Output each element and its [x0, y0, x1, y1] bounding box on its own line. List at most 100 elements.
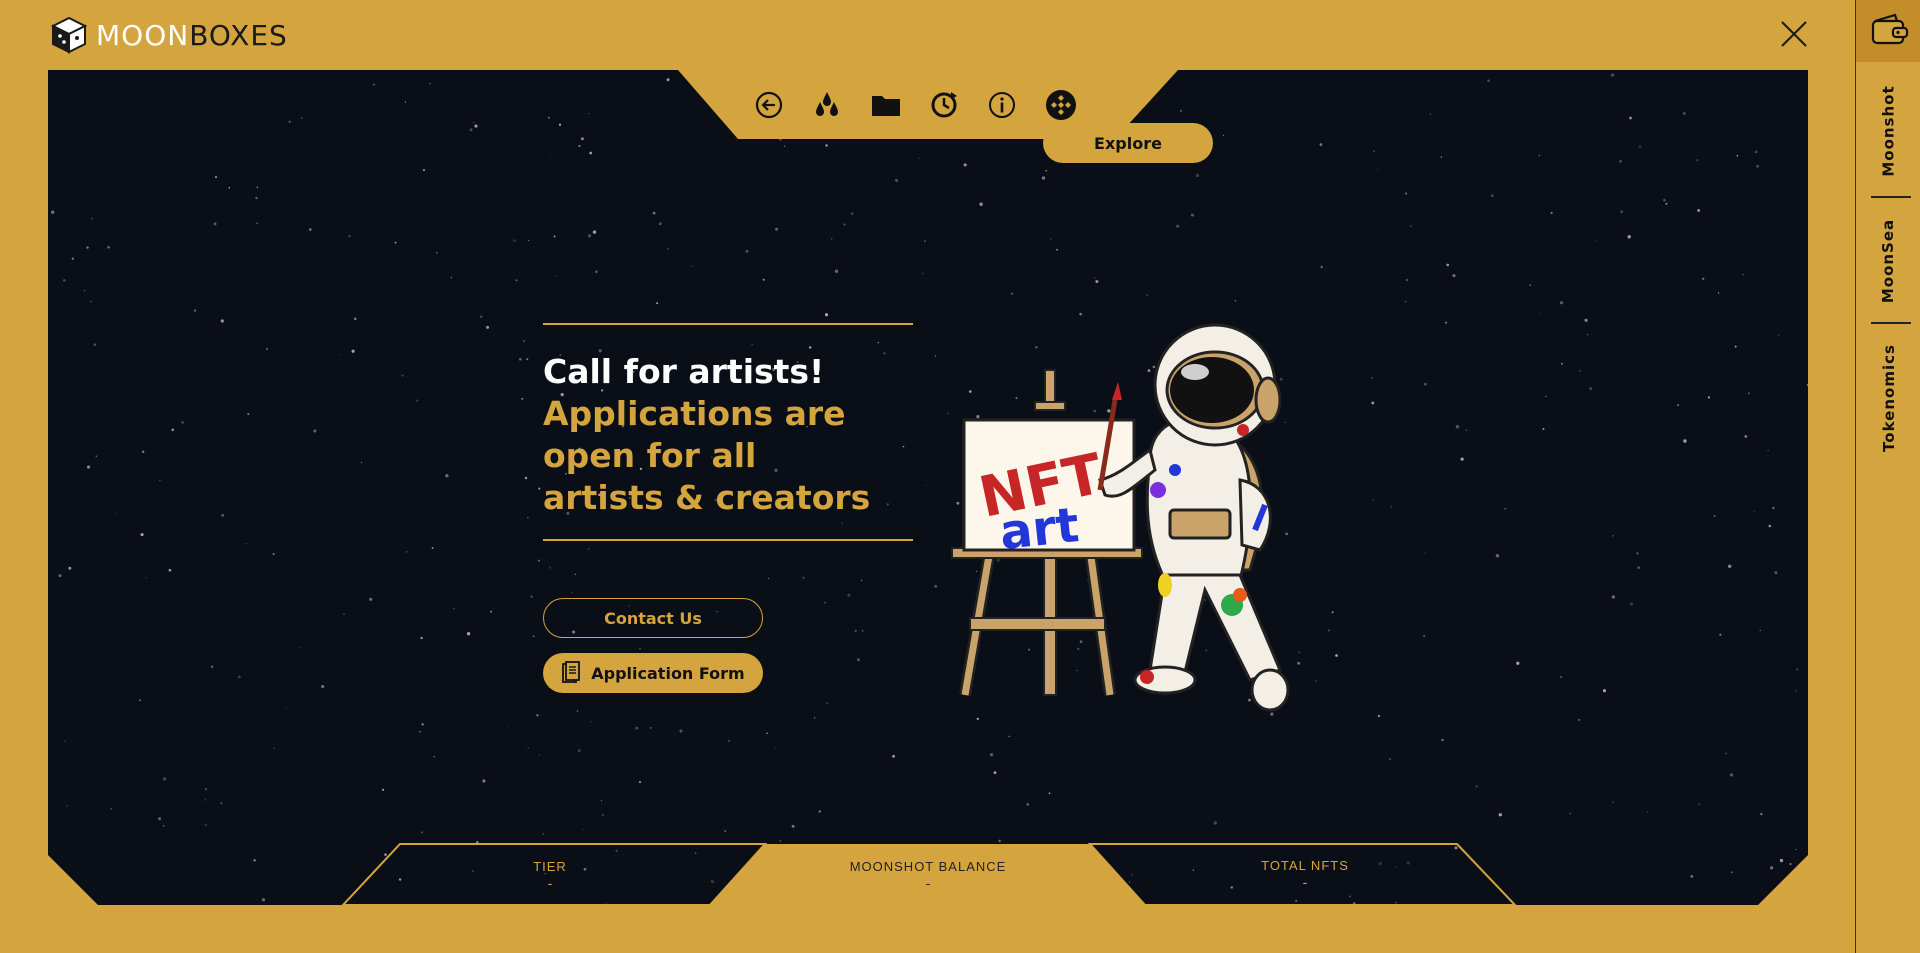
star: [580, 137, 584, 141]
binance-button[interactable]: [1044, 88, 1078, 122]
star: [95, 455, 98, 457]
sidebar-divider: [1871, 322, 1911, 324]
hero-section: Call for artists! Applications are open …: [543, 323, 913, 541]
star: [382, 788, 385, 791]
contact-us-button[interactable]: Contact Us: [543, 598, 763, 638]
star: [1190, 213, 1194, 217]
star: [847, 593, 851, 597]
star: [1465, 429, 1468, 432]
star: [107, 245, 110, 249]
star: [1487, 79, 1490, 82]
star: [1637, 566, 1640, 569]
star: [1213, 821, 1217, 825]
sidebar-item-label: Tokenomics: [1879, 343, 1898, 452]
wallet-icon: [1871, 13, 1908, 45]
star: [532, 635, 535, 637]
sidebar-item-label: Moonshot: [1879, 84, 1898, 177]
star: [58, 574, 62, 578]
star: [1772, 506, 1775, 510]
star: [309, 228, 312, 231]
hero-bottom-rule: [543, 539, 913, 541]
star: [1663, 198, 1666, 202]
star: [854, 629, 857, 633]
drops-button[interactable]: [810, 88, 844, 122]
star: [373, 83, 375, 86]
star: [1335, 654, 1338, 657]
star: [138, 699, 141, 702]
star: [1794, 690, 1797, 692]
star: [1719, 633, 1722, 636]
brand-logo[interactable]: MOONBOXES: [50, 16, 288, 54]
star: [313, 429, 317, 433]
star: [1195, 173, 1200, 178]
star: [542, 832, 545, 836]
star: [538, 754, 540, 756]
star: [204, 787, 208, 791]
star: [1777, 334, 1780, 336]
wallet-button[interactable]: [1856, 0, 1920, 62]
star: [524, 476, 528, 480]
star: [420, 831, 424, 834]
star: [220, 319, 224, 323]
star: [64, 740, 66, 742]
hero-top-rule: [543, 323, 913, 325]
back-button[interactable]: [752, 88, 786, 122]
star: [1795, 848, 1797, 851]
star: [351, 349, 355, 353]
star: [1444, 321, 1448, 324]
star: [83, 290, 86, 292]
close-button[interactable]: [1778, 18, 1810, 50]
star: [570, 591, 573, 594]
star: [577, 749, 581, 753]
star: [1079, 312, 1082, 316]
star: [526, 358, 529, 361]
sidebar-item-moonsea[interactable]: MoonSea: [1856, 208, 1920, 313]
star: [1424, 552, 1426, 554]
star: [1683, 439, 1687, 443]
star: [256, 222, 258, 224]
star: [420, 636, 423, 640]
star: [1796, 668, 1798, 671]
star: [710, 880, 714, 884]
star: [1495, 554, 1500, 558]
star: [1665, 202, 1668, 205]
explore-tab[interactable]: Explore: [1043, 123, 1213, 163]
star: [404, 101, 407, 103]
star: [1589, 387, 1593, 391]
sidebar-item-tokenomics[interactable]: Tokenomics: [1856, 330, 1920, 465]
stat-balance-label: MOONSHOT BALANCE: [849, 859, 1007, 874]
sidebar-item-moonshot[interactable]: Moonshot: [1856, 78, 1920, 183]
star: [1406, 861, 1410, 865]
star: [658, 222, 662, 226]
star: [989, 753, 994, 757]
star: [1713, 515, 1716, 518]
star: [1146, 294, 1148, 296]
stat-total-value: -: [1302, 874, 1308, 890]
history-button[interactable]: [927, 88, 961, 122]
star: [791, 824, 795, 828]
info-button[interactable]: [985, 88, 1019, 122]
star: [140, 533, 144, 537]
star: [1586, 334, 1588, 336]
star: [431, 546, 434, 549]
star: [550, 156, 552, 158]
star: [1697, 209, 1700, 212]
application-form-button[interactable]: Application Form: [543, 653, 763, 693]
star: [1440, 156, 1442, 158]
star: [1636, 552, 1639, 555]
star: [1131, 873, 1134, 876]
info-icon: [989, 92, 1016, 118]
star: [1595, 240, 1597, 242]
star: [168, 568, 172, 572]
star: [204, 799, 206, 801]
star: [1791, 891, 1795, 894]
star: [476, 841, 479, 844]
star: [1789, 863, 1792, 865]
hero-line-1: Call for artists!: [543, 352, 825, 391]
folder-button[interactable]: [869, 88, 903, 122]
star: [592, 230, 597, 234]
star: [691, 265, 693, 268]
star: [1129, 881, 1131, 883]
star: [547, 116, 550, 119]
star: [1646, 811, 1648, 813]
